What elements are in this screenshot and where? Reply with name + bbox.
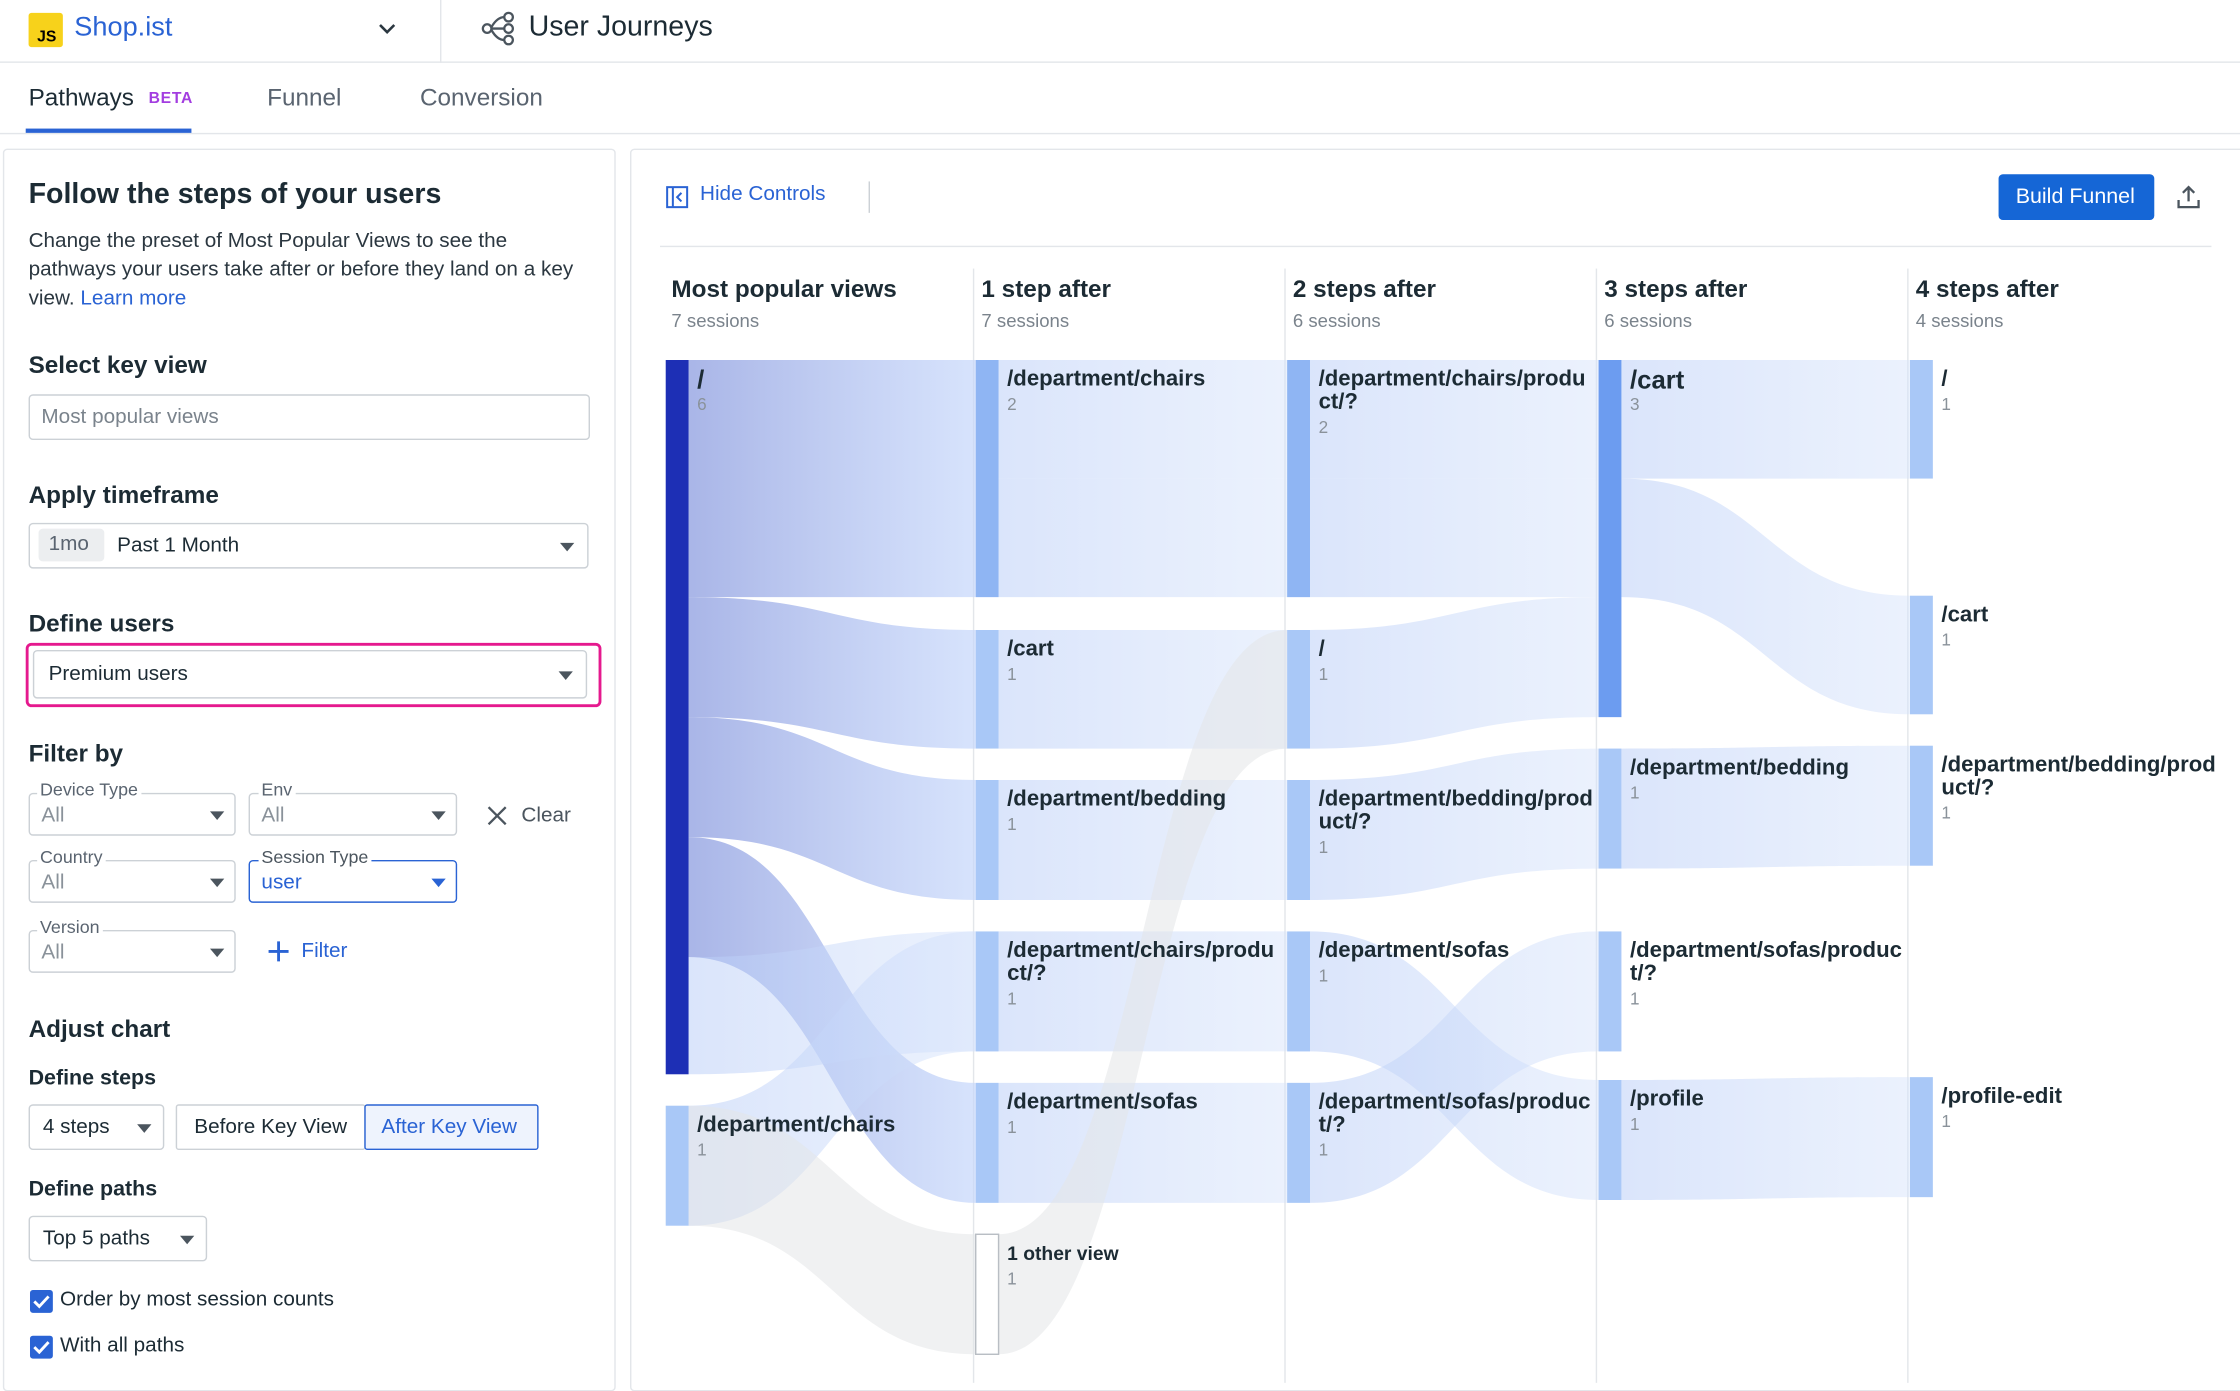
sankey-node-count: 1	[1007, 814, 1017, 835]
sankey-node-label: /department/bedding	[1629, 755, 1849, 780]
sankey-node-label: /department/chairs	[697, 1112, 896, 1138]
sankey-node-label: /department/sofas	[1007, 1089, 1198, 1115]
pathways-sankey	[665, 359, 1933, 1355]
sankey-node-label: /department/bedding	[1007, 787, 1227, 812]
sankey-node-label: /department/bedding/product/?	[1941, 752, 2216, 800]
sankey-node-bar[interactable]	[1598, 748, 1622, 869]
sankey-node-label: /cart	[1629, 365, 1685, 395]
sankey-node-bar[interactable]	[975, 359, 999, 598]
sankey-node-bar[interactable]	[1909, 595, 1933, 715]
sankey-node-bar[interactable]	[1598, 359, 1622, 718]
sankey-node-count: 1	[1007, 988, 1017, 1009]
sankey-node-count: 1	[1007, 664, 1017, 685]
sankey-node-count: 1	[1629, 1114, 1640, 1135]
sankey-node-bar[interactable]	[1598, 1079, 1622, 1200]
sankey-link[interactable]	[1309, 597, 1599, 749]
sankey-node-bar[interactable]	[974, 1233, 1000, 1355]
sankey-node-count: 2	[1007, 394, 1017, 415]
sankey-node-label: 1 other view	[1007, 1242, 1119, 1265]
sankey-node-label: /profile	[1629, 1087, 1704, 1112]
sankey-node-label: /department/sofas	[1318, 938, 1510, 963]
sankey-node-label: /department/sofas/product/?	[1318, 1089, 1591, 1138]
sankey-node-count: 1	[1941, 629, 1951, 650]
sankey-node-label: /	[1318, 637, 1325, 662]
sankey-node-label: /	[1941, 367, 1948, 392]
sankey-node-count: 1	[1941, 1111, 1951, 1132]
sankey-node-bar[interactable]	[975, 931, 999, 1052]
sankey-node-label: /department/chairs/product/?	[1007, 938, 1275, 986]
sankey-node-bar[interactable]	[975, 629, 999, 749]
sankey-node-count: 1	[1941, 802, 1951, 823]
sankey-node-label: /cart	[1007, 637, 1054, 662]
sankey-node-label: /department/bedding/product/?	[1318, 787, 1593, 835]
sankey-link[interactable]	[1621, 478, 1910, 715]
sankey-node-bar[interactable]	[665, 359, 689, 1075]
sankey-link[interactable]	[1309, 478, 1599, 598]
sankey-link[interactable]	[998, 478, 1288, 598]
sankey-node-bar[interactable]	[1287, 1082, 1310, 1203]
sankey-node-count: 2	[1318, 417, 1329, 438]
sankey-link[interactable]	[688, 359, 976, 598]
sankey-node-bar[interactable]	[975, 1082, 999, 1203]
sankey-node-label: /department/chairs	[1007, 367, 1206, 392]
sankey-node-label: /	[697, 365, 705, 395]
sankey-node-count: 1	[1629, 782, 1640, 803]
sankey-node-bar[interactable]	[665, 1105, 689, 1226]
sankey-node-count: 1	[1007, 1268, 1017, 1289]
sankey-node-bar[interactable]	[975, 779, 999, 900]
sankey-node-count: 1	[1318, 965, 1329, 986]
sankey-node-count: 3	[1629, 394, 1640, 415]
sankey-node-bar[interactable]	[1909, 1077, 1933, 1198]
sankey-node-count: 1	[697, 1139, 707, 1160]
sankey-node-count: 6	[697, 394, 707, 415]
sankey-node-bar[interactable]	[1287, 629, 1310, 749]
sankey-node-bar[interactable]	[1909, 745, 1933, 866]
sankey-node-bar[interactable]	[1287, 931, 1310, 1052]
app-root: JS Shop.ist User Journeys Pathways BETA …	[0, 0, 2240, 1391]
sankey-node-count: 1	[1318, 1139, 1329, 1160]
sankey-node-count: 1	[1318, 664, 1329, 685]
sankey-node-bar[interactable]	[1287, 359, 1310, 598]
sankey-node-bar[interactable]	[1287, 779, 1310, 900]
sankey-node-count: 1	[1629, 988, 1640, 1009]
sankey-node-label: /department/sofas/product/?	[1629, 938, 1902, 986]
sankey-node-label: /department/chairs/product/?	[1318, 367, 1586, 415]
sankey-node-count: 1	[1007, 1117, 1017, 1138]
sankey-node-bar[interactable]	[1909, 359, 1933, 479]
sankey-node-bar[interactable]	[1598, 931, 1622, 1052]
sankey-node-label: /cart	[1941, 602, 1989, 628]
sankey-node-count: 1	[1318, 837, 1329, 858]
sankey-node-label: /profile-edit	[1941, 1084, 2062, 1109]
sankey-node-count: 1	[1941, 394, 1951, 415]
